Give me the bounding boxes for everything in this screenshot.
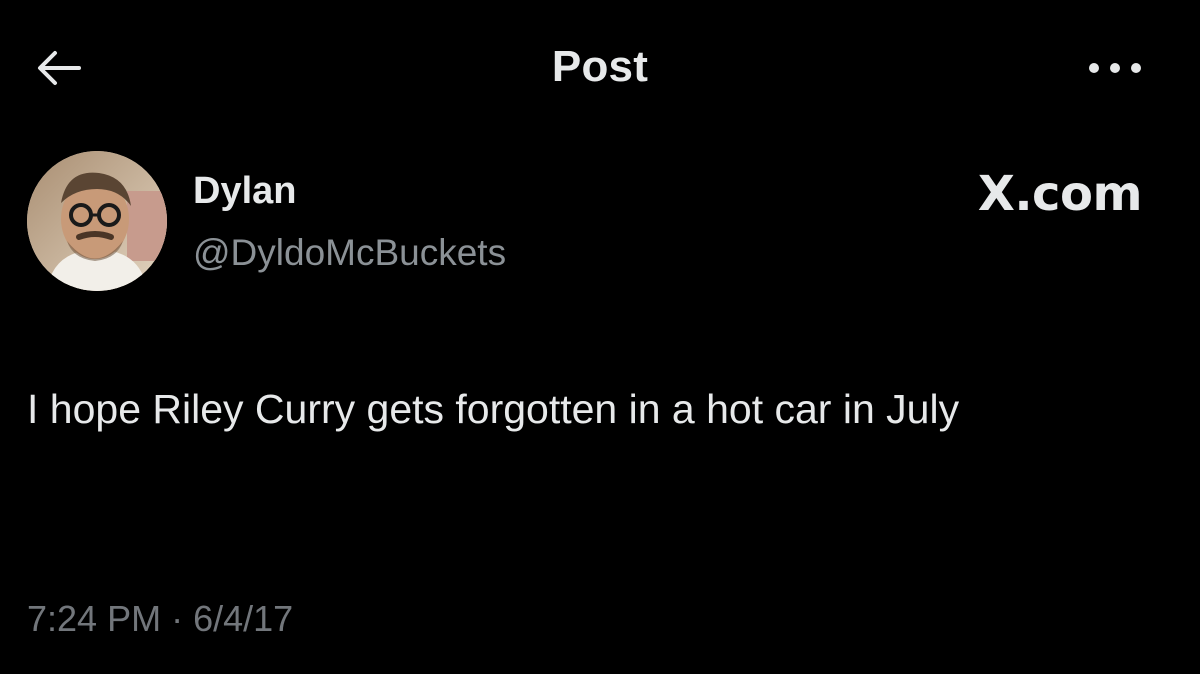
top-bar: Post [0,0,1200,130]
post-date: 6/4/17 [193,598,294,639]
source-label: X.com [977,166,1143,222]
more-horizontal-icon [1089,63,1141,73]
post-time: 7:24 PM [27,598,162,639]
author-handle[interactable]: @DyldoMcBuckets [193,232,506,274]
post-text: I hope Riley Curry gets forgotten in a h… [27,386,960,432]
meta-separator: · [171,598,184,639]
avatar[interactable] [27,151,167,291]
post-timestamp[interactable]: 7:24 PM · 6/4/17 [27,598,293,640]
more-options-button[interactable] [1080,40,1150,96]
author-display-name[interactable]: Dylan [193,170,296,213]
page-title: Post [551,42,649,91]
